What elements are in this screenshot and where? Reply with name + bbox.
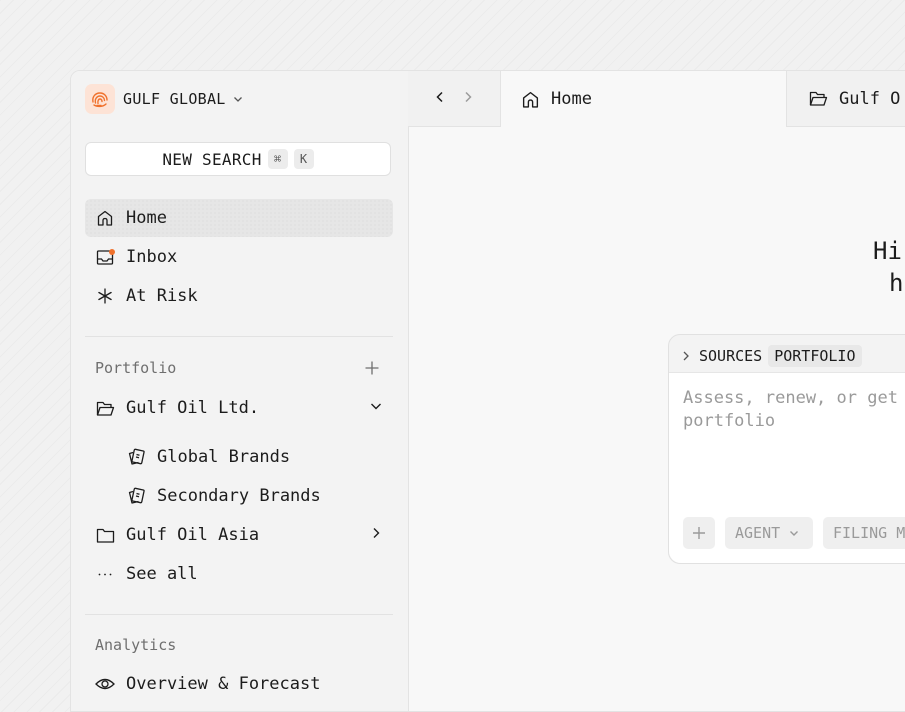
chevron-down-icon: [788, 527, 800, 539]
portfolio-label-gulf-oil-ltd: Gulf Oil Ltd.: [126, 398, 260, 418]
nav-label-home: Home: [126, 208, 167, 228]
agent-dropdown[interactable]: AGENT: [725, 517, 813, 549]
nav-item-home[interactable]: Home: [85, 199, 393, 237]
plus-icon: [691, 525, 707, 541]
filing-mode-dropdown[interactable]: FILING M: [823, 517, 905, 549]
portfolio-label-see-all: See all: [126, 564, 198, 584]
tab-home[interactable]: Home: [501, 71, 786, 127]
folder-open-icon: [95, 398, 115, 418]
composer-placeholder-line-1: Assess, renew, or get: [683, 388, 898, 408]
nav-item-at-risk[interactable]: At Risk: [85, 277, 393, 315]
brand-cards-icon: [126, 486, 146, 506]
composer-input-area[interactable]: Assess, renew, or get portfolio AGENT FI…: [669, 372, 905, 563]
sources-toggle[interactable]: SOURCES PORTFOLIO: [681, 343, 862, 369]
chevron-right-icon: [681, 350, 691, 362]
portfolio-item-gulf-oil-asia[interactable]: Gulf Oil Asia: [85, 516, 393, 554]
nav-label-inbox: Inbox: [126, 247, 178, 267]
attach-plus-button[interactable]: [683, 517, 715, 549]
analytics-section-title: Analytics: [95, 636, 177, 654]
portfolio-see-all[interactable]: See all: [85, 555, 393, 593]
analytics-item-overview-forecast[interactable]: Overview & Forecast: [85, 665, 393, 703]
portfolio-label-global-brands: Global Brands: [157, 447, 291, 467]
forward-chevron-icon[interactable]: [461, 89, 475, 108]
agent-label: AGENT: [735, 524, 781, 542]
add-portfolio-plus-icon[interactable]: [363, 359, 381, 377]
nav-label-at-risk: At Risk: [126, 286, 198, 306]
org-logo: [85, 84, 115, 114]
composer-placeholder-line-2: portfolio: [683, 411, 776, 431]
chevron-down-icon[interactable]: [369, 399, 383, 413]
portfolio-label-secondary-brands: Secondary Brands: [157, 486, 321, 506]
tab-bar: Home Gulf O: [408, 71, 905, 127]
eye-icon: [95, 674, 115, 694]
folder-open-icon: [809, 90, 828, 107]
query-composer: SOURCES PORTFOLIO Assess, renew, or get …: [668, 334, 905, 564]
back-chevron-icon[interactable]: [433, 89, 447, 108]
sidebar-divider: [85, 336, 393, 337]
sources-label: SOURCES: [699, 347, 763, 365]
analytics-label-overview-forecast: Overview & Forecast: [126, 674, 321, 694]
home-icon: [521, 90, 540, 109]
tab-label-home: Home: [551, 89, 592, 109]
chevron-down-icon: [232, 93, 244, 105]
k-key-hint: K: [293, 149, 314, 169]
sidebar-divider: [85, 614, 393, 615]
nav-item-inbox[interactable]: Inbox: [85, 238, 393, 276]
home-icon: [95, 208, 115, 228]
folder-icon: [95, 525, 115, 545]
command-key-hint: ⌘: [267, 149, 288, 169]
main-content: Hi h SOURCES PORTFOLIO Assess, renew, or…: [408, 127, 905, 711]
sidebar: GULF GLOBAL NEW SEARCH ⌘ K Home Inbox At…: [71, 71, 409, 711]
asterisk-icon: [95, 286, 115, 306]
portfolio-label-gulf-oil-asia: Gulf Oil Asia: [126, 525, 260, 545]
new-search-label: NEW SEARCH: [162, 149, 262, 169]
chevron-right-icon[interactable]: [369, 526, 383, 540]
ellipsis-icon: [95, 564, 115, 584]
greeting-line-1: Hi: [873, 237, 902, 265]
portfolio-item-global-brands[interactable]: Global Brands: [85, 438, 393, 476]
portfolio-section-title: Portfolio: [95, 359, 177, 377]
history-nav: [408, 71, 501, 127]
inbox-unread-dot: [109, 249, 115, 255]
portfolio-item-secondary-brands[interactable]: Secondary Brands: [85, 477, 393, 515]
org-name: GULF GLOBAL: [123, 90, 226, 108]
filing-label: FILING M: [833, 524, 905, 542]
greeting-line-2: h: [889, 269, 904, 297]
org-switcher[interactable]: GULF GLOBAL: [85, 83, 244, 115]
source-pill-portfolio[interactable]: PORTFOLIO: [768, 345, 862, 367]
portfolio-item-gulf-oil-ltd[interactable]: Gulf Oil Ltd.: [85, 389, 393, 427]
tab-label-gulf-oil: Gulf O: [839, 88, 901, 109]
new-search-button[interactable]: NEW SEARCH ⌘ K: [85, 142, 391, 176]
composer-placeholder[interactable]: Assess, renew, or get portfolio: [683, 387, 905, 433]
app-window: GULF GLOBAL NEW SEARCH ⌘ K Home Inbox At…: [70, 70, 905, 712]
tab-gulf-oil[interactable]: Gulf O: [786, 71, 905, 127]
brand-cards-icon: [126, 447, 146, 467]
